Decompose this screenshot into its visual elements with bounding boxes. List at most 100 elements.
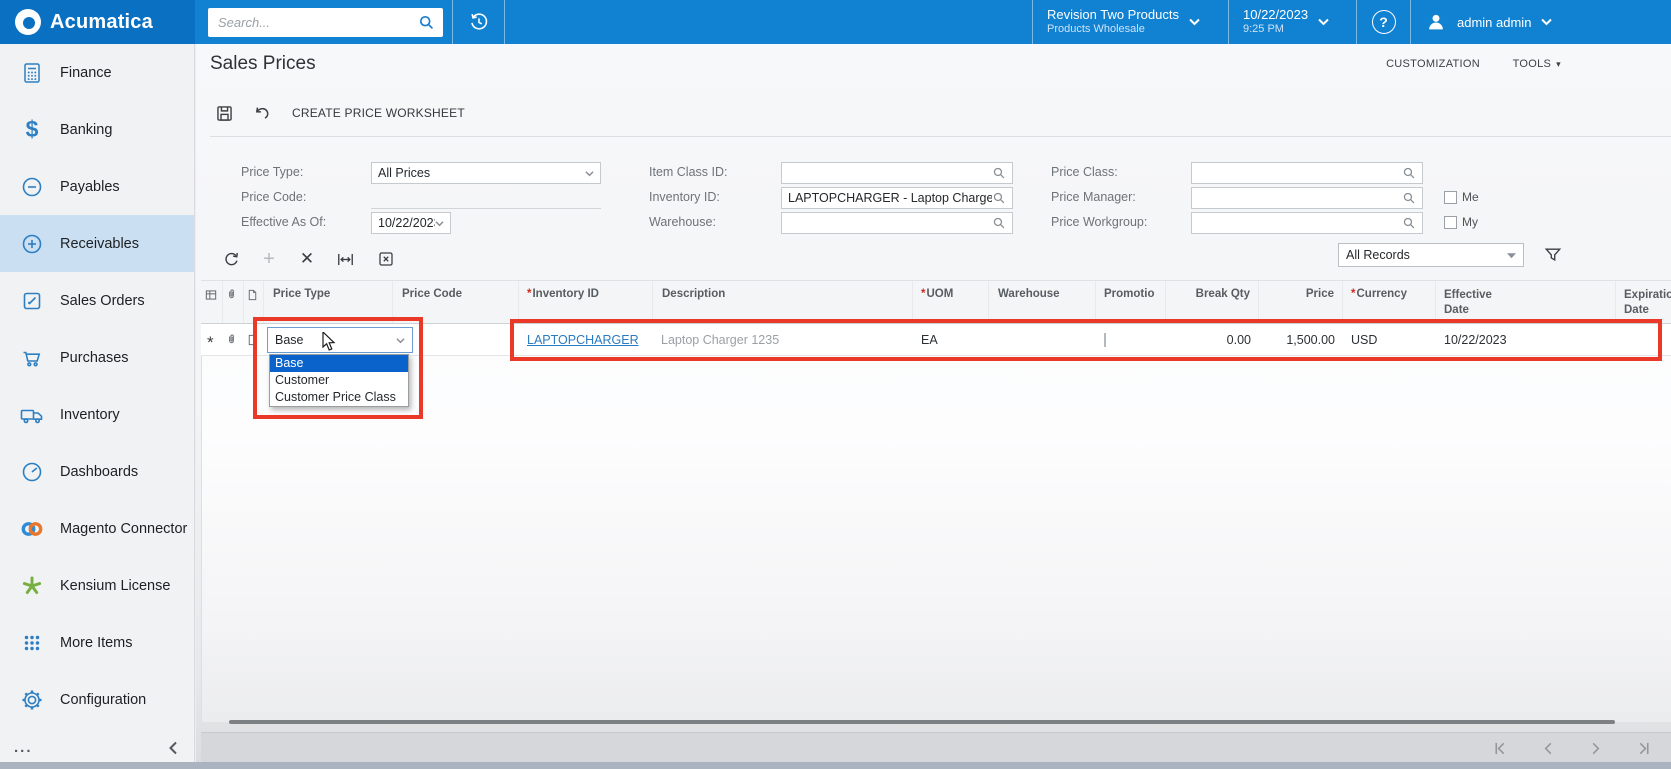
topbar-right-cluster: Revision Two Products Products Wholesale… — [1032, 0, 1671, 44]
brand-logo[interactable]: Acumatica — [0, 0, 195, 44]
sidebar-item-kensium-license[interactable]: Kensium License — [0, 557, 194, 614]
column-header-effective-date[interactable]: Effective Date — [1436, 281, 1616, 323]
sidebar-item-magento-connector[interactable]: Magento Connector — [0, 500, 194, 557]
filter-settings-icon[interactable] — [1544, 246, 1562, 264]
column-header-uom[interactable]: *UOM — [913, 281, 989, 323]
more-options-icon[interactable]: ... — [14, 739, 33, 756]
search-icon[interactable] — [418, 14, 435, 31]
cell-uom[interactable]: EA — [913, 333, 989, 347]
price-manager-lookup[interactable] — [1191, 187, 1423, 209]
save-button[interactable] — [210, 100, 238, 126]
refresh-button[interactable] — [218, 246, 244, 272]
sidebar-item-configuration[interactable]: Configuration — [0, 671, 194, 728]
price-type-select[interactable]: All Prices — [371, 162, 601, 184]
business-date-selector[interactable]: 10/22/2023 9:25 PM — [1228, 0, 1356, 44]
price-workgroup-label: Price Workgroup: — [1051, 215, 1148, 229]
help-button[interactable]: ? — [1356, 0, 1410, 44]
promotional-checkbox[interactable] — [1104, 332, 1106, 347]
column-header-price-type[interactable]: Price Type — [264, 281, 393, 323]
me-checkbox[interactable] — [1444, 190, 1457, 204]
sidebar-item-inventory[interactable]: Inventory — [0, 386, 194, 443]
price-code-label: Price Code: — [241, 190, 307, 204]
chevron-down-icon — [1189, 18, 1200, 26]
collapse-sidebar-icon[interactable] — [168, 741, 178, 755]
add-row-button[interactable]: + — [256, 246, 282, 272]
customization-menu[interactable]: CUSTOMIZATION — [1386, 58, 1480, 70]
row-note-icon[interactable] — [244, 332, 264, 348]
price-class-lookup[interactable] — [1191, 162, 1423, 184]
sidebar-item-purchases[interactable]: Purchases — [0, 329, 194, 386]
column-header-inventory-id[interactable]: *Inventory ID — [519, 281, 653, 323]
inventory-id-lookup[interactable]: LAPTOPCHARGER - Laptop Charger — [781, 187, 1013, 209]
effective-as-of-date-select[interactable]: 10/22/2023 — [371, 212, 451, 234]
records-filter-select[interactable]: All Records — [1338, 243, 1524, 267]
column-header-currency[interactable]: *Currency — [1343, 281, 1436, 323]
grid-data-row[interactable]: * LAPTOPCHARGER Laptop Charger 1235 EA 0… — [201, 324, 1671, 356]
user-menu[interactable]: admin admin — [1410, 0, 1570, 44]
calculator-icon — [19, 60, 45, 86]
export-to-excel-button[interactable] — [373, 246, 399, 272]
column-header-break-qty[interactable]: Break Qty — [1166, 281, 1259, 323]
attachments-column-header[interactable] — [223, 281, 244, 323]
sidebar-item-finance[interactable]: Finance — [0, 44, 194, 101]
column-header-price[interactable]: Price — [1259, 281, 1343, 323]
horizontal-scrollbar[interactable] — [229, 720, 1615, 724]
sidebar-item-dashboards[interactable]: Dashboards — [0, 443, 194, 500]
magnifier-icon[interactable] — [1402, 216, 1416, 230]
column-header-promotional[interactable]: Promotio — [1096, 281, 1166, 323]
time-machine-button[interactable] — [452, 0, 505, 44]
dropdown-option-base[interactable]: Base — [270, 355, 408, 372]
item-class-id-lookup[interactable] — [781, 162, 1013, 184]
magnifier-icon[interactable] — [992, 166, 1006, 180]
price-workgroup-lookup[interactable] — [1191, 212, 1423, 234]
dropdown-option-customer-price-class[interactable]: Customer Price Class — [270, 389, 408, 406]
company-selector[interactable]: Revision Two Products Products Wholesale — [1032, 0, 1228, 44]
search-input[interactable] — [216, 13, 418, 31]
search-box[interactable] — [208, 7, 443, 37]
delete-row-button[interactable]: ✕ — [294, 246, 320, 272]
magnifier-icon[interactable] — [992, 191, 1006, 205]
sidebar-item-receivables[interactable]: Receivables — [0, 215, 194, 272]
next-page-button[interactable] — [1587, 739, 1605, 757]
dropdown-option-customer[interactable]: Customer — [270, 372, 408, 389]
cell-price[interactable]: 1,500.00 — [1259, 333, 1343, 347]
sidebar-item-banking[interactable]: $ Banking — [0, 101, 194, 158]
magnifier-icon[interactable] — [1402, 166, 1416, 180]
sidebar-item-more-items[interactable]: More Items — [0, 614, 194, 671]
tools-menu[interactable]: TOOLS ▾ — [1513, 58, 1561, 70]
last-page-button[interactable] — [1635, 739, 1653, 757]
notes-column-header[interactable] — [244, 281, 264, 323]
fit-to-screen-button[interactable] — [332, 246, 358, 272]
price-type-label: Price Type: — [241, 165, 304, 179]
cell-inventory-id[interactable]: LAPTOPCHARGER — [519, 333, 653, 347]
user-name: admin admin — [1457, 14, 1532, 30]
undo-button[interactable] — [248, 100, 276, 126]
price-type-cell-editor[interactable]: Base — [267, 327, 413, 353]
cell-currency[interactable]: USD — [1343, 333, 1436, 347]
warehouse-lookup[interactable] — [781, 212, 1013, 234]
acumatica-app-window: Acumatica Revision Two Products Products… — [0, 0, 1671, 769]
inventory-id-link[interactable]: LAPTOPCHARGER — [527, 333, 639, 347]
gauge-icon — [19, 459, 45, 485]
cell-break-qty[interactable]: 0.00 — [1166, 333, 1259, 347]
cell-description[interactable]: Laptop Charger 1235 — [653, 333, 913, 347]
previous-page-button[interactable] — [1539, 739, 1557, 757]
my-checkbox[interactable] — [1444, 215, 1457, 229]
shopping-cart-icon — [19, 345, 45, 371]
chevron-down-icon — [585, 170, 594, 177]
magnifier-icon[interactable] — [1402, 191, 1416, 205]
column-header-expiration-date[interactable]: Expiration Date — [1616, 281, 1671, 323]
sidebar-item-sales-orders[interactable]: Sales Orders — [0, 272, 194, 329]
row-selector-column-header[interactable] — [201, 281, 223, 323]
create-price-worksheet-button[interactable]: CREATE PRICE WORKSHEET — [292, 106, 465, 120]
price-code-input[interactable] — [371, 187, 601, 209]
chevron-down-icon — [1541, 18, 1553, 26]
column-header-description[interactable]: Description — [653, 281, 913, 323]
first-page-button[interactable] — [1491, 739, 1509, 757]
magnifier-icon[interactable] — [992, 216, 1006, 230]
cell-effective-date[interactable]: 10/22/2023 — [1436, 333, 1616, 347]
column-header-price-code[interactable]: Price Code — [393, 281, 519, 323]
column-header-warehouse[interactable]: Warehouse — [989, 281, 1096, 323]
sidebar-item-payables[interactable]: Payables — [0, 158, 194, 215]
row-attachment-icon[interactable] — [223, 332, 244, 348]
